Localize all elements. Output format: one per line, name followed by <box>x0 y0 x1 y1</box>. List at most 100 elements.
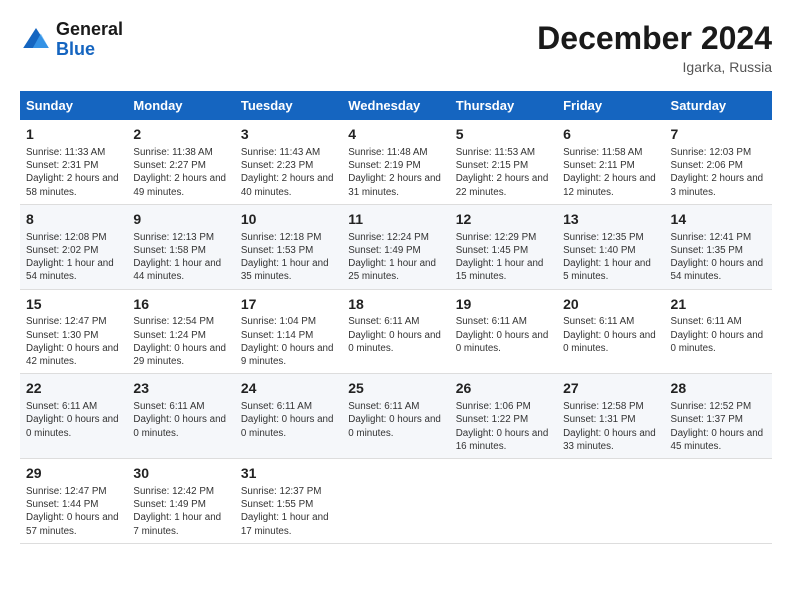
day-info: Sunrise: 11:48 AMSunset: 2:19 PMDaylight… <box>348 146 443 199</box>
calendar-cell <box>665 459 772 544</box>
column-header-monday: Monday <box>127 91 234 120</box>
day-number: 13 <box>563 210 658 229</box>
calendar-cell: 1 Sunrise: 11:33 AMSunset: 2:31 PMDayligh… <box>20 120 127 204</box>
calendar-cell: 31 Sunrise: 12:37 PMSunset: 1:55 PMDaylig… <box>235 459 342 544</box>
calendar-cell: 18Sunset: 6:11 AMDaylight: 0 hours and 0… <box>342 289 449 374</box>
location: Igarka, Russia <box>537 59 772 75</box>
day-info: Sunrise: 12:08 PMSunset: 2:02 PMDaylight… <box>26 231 121 284</box>
day-number: 24 <box>241 379 336 398</box>
day-number: 4 <box>348 125 443 144</box>
day-number: 25 <box>348 379 443 398</box>
column-header-wednesday: Wednesday <box>342 91 449 120</box>
day-info: Sunrise: 1:04 PMSunset: 1:14 PMDaylight:… <box>241 315 336 368</box>
day-number: 5 <box>456 125 551 144</box>
calendar-cell: 30Sunrise: 12:42 PMSunset: 1:49 PMDaylig… <box>127 459 234 544</box>
column-header-thursday: Thursday <box>450 91 557 120</box>
day-number: 26 <box>456 379 551 398</box>
day-info: Sunset: 6:11 AMDaylight: 0 hours and 0 m… <box>133 400 228 440</box>
day-info: Sunset: 6:11 AMDaylight: 0 hours and 0 m… <box>348 315 443 355</box>
calendar-cell <box>557 459 664 544</box>
day-info: Sunrise: 12:58 PMSunset: 1:31 PMDaylight… <box>563 400 658 453</box>
day-number: 17 <box>241 295 336 314</box>
calendar-cell: 14 Sunrise: 12:41 PMSunset: 1:35 PMDaylig… <box>665 204 772 289</box>
day-info: Sunrise: 11:33 AMSunset: 2:31 PMDaylight… <box>26 146 121 199</box>
day-info: Sunrise: 12:42 PMSunset: 1:49 PMDaylight… <box>133 485 228 538</box>
week-row-4: 22 Sunset: 6:11 AMDaylight: 0 hours and 0… <box>20 374 772 459</box>
day-number: 27 <box>563 379 658 398</box>
day-info: Sunset: 6:11 AMDaylight: 0 hours and 0 m… <box>26 400 121 440</box>
calendar-table: SundayMondayTuesdayWednesdayThursdayFrid… <box>20 91 772 544</box>
day-number: 28 <box>671 379 766 398</box>
calendar-cell: 21Sunset: 6:11 AMDaylight: 0 hours and 0… <box>665 289 772 374</box>
calendar-cell: 22 Sunset: 6:11 AMDaylight: 0 hours and 0… <box>20 374 127 459</box>
calendar-cell: 27 Sunrise: 12:58 PMSunset: 1:31 PMDaylig… <box>557 374 664 459</box>
day-info: Sunrise: 12:24 PMSunset: 1:49 PMDaylight… <box>348 231 443 284</box>
logo-line1: General <box>56 20 123 40</box>
day-info: Sunrise: 1:06 PMSunset: 1:22 PMDaylight:… <box>456 400 551 453</box>
calendar-cell: 12 Sunrise: 12:29 PMSunset: 1:45 PMDaylig… <box>450 204 557 289</box>
day-number: 14 <box>671 210 766 229</box>
day-number: 9 <box>133 210 228 229</box>
day-number: 10 <box>241 210 336 229</box>
calendar-cell <box>450 459 557 544</box>
day-info: Sunset: 6:11 AMDaylight: 0 hours and 0 m… <box>563 315 658 355</box>
week-row-2: 8 Sunrise: 12:08 PMSunset: 2:02 PMDayligh… <box>20 204 772 289</box>
day-number: 23 <box>133 379 228 398</box>
day-number: 21 <box>671 295 766 314</box>
calendar-cell: 17Sunrise: 1:04 PMSunset: 1:14 PMDayligh… <box>235 289 342 374</box>
calendar-cell: 29 Sunrise: 12:47 PMSunset: 1:44 PMDaylig… <box>20 459 127 544</box>
day-number: 8 <box>26 210 121 229</box>
calendar-cell: 10 Sunrise: 12:18 PMSunset: 1:53 PMDaylig… <box>235 204 342 289</box>
logo-icon <box>20 24 52 56</box>
page-header: General Blue December 2024 Igarka, Russi… <box>20 20 772 75</box>
title-block: December 2024 Igarka, Russia <box>537 20 772 75</box>
week-row-5: 29 Sunrise: 12:47 PMSunset: 1:44 PMDaylig… <box>20 459 772 544</box>
day-info: Sunrise: 12:13 PMSunset: 1:58 PMDaylight… <box>133 231 228 284</box>
day-info: Sunrise: 12:52 PMSunset: 1:37 PMDaylight… <box>671 400 766 453</box>
logo-text: General Blue <box>56 20 123 60</box>
column-header-friday: Friday <box>557 91 664 120</box>
calendar-cell: 25Sunset: 6:11 AMDaylight: 0 hours and 0… <box>342 374 449 459</box>
calendar-cell: 8 Sunrise: 12:08 PMSunset: 2:02 PMDayligh… <box>20 204 127 289</box>
day-info: Sunrise: 12:35 PMSunset: 1:40 PMDaylight… <box>563 231 658 284</box>
day-number: 3 <box>241 125 336 144</box>
column-header-sunday: Sunday <box>20 91 127 120</box>
week-row-1: 1 Sunrise: 11:33 AMSunset: 2:31 PMDayligh… <box>20 120 772 204</box>
calendar-cell: 15Sunrise: 12:47 PMSunset: 1:30 PMDaylig… <box>20 289 127 374</box>
day-number: 1 <box>26 125 121 144</box>
day-info: Sunrise: 12:37 PMSunset: 1:55 PMDaylight… <box>241 485 336 538</box>
calendar-cell: 6 Sunrise: 11:58 AMSunset: 2:11 PMDayligh… <box>557 120 664 204</box>
calendar-cell: 7Sunrise: 12:03 PMSunset: 2:06 PMDayligh… <box>665 120 772 204</box>
calendar-cell <box>342 459 449 544</box>
day-number: 20 <box>563 295 658 314</box>
day-number: 12 <box>456 210 551 229</box>
day-number: 19 <box>456 295 551 314</box>
day-number: 2 <box>133 125 228 144</box>
month-title: December 2024 <box>537 20 772 57</box>
day-number: 11 <box>348 210 443 229</box>
day-number: 31 <box>241 464 336 483</box>
day-number: 22 <box>26 379 121 398</box>
day-number: 29 <box>26 464 121 483</box>
calendar-cell: 19Sunset: 6:11 AMDaylight: 0 hours and 0… <box>450 289 557 374</box>
day-info: Sunrise: 12:41 PMSunset: 1:35 PMDaylight… <box>671 231 766 284</box>
day-number: 16 <box>133 295 228 314</box>
logo: General Blue <box>20 20 123 60</box>
day-info: Sunrise: 12:29 PMSunset: 1:45 PMDaylight… <box>456 231 551 284</box>
day-info: Sunrise: 12:47 PMSunset: 1:30 PMDaylight… <box>26 315 121 368</box>
calendar-cell: 4 Sunrise: 11:48 AMSunset: 2:19 PMDayligh… <box>342 120 449 204</box>
day-info: Sunrise: 12:18 PMSunset: 1:53 PMDaylight… <box>241 231 336 284</box>
calendar-cell: 2Sunrise: 11:38 AMSunset: 2:27 PMDayligh… <box>127 120 234 204</box>
day-info: Sunrise: 11:43 AMSunset: 2:23 PMDaylight… <box>241 146 336 199</box>
week-row-3: 15Sunrise: 12:47 PMSunset: 1:30 PMDaylig… <box>20 289 772 374</box>
day-info: Sunrise: 12:47 PMSunset: 1:44 PMDaylight… <box>26 485 121 538</box>
calendar-cell: 28 Sunrise: 12:52 PMSunset: 1:37 PMDaylig… <box>665 374 772 459</box>
day-number: 7 <box>671 125 766 144</box>
day-info: Sunrise: 12:54 PMSunset: 1:24 PMDaylight… <box>133 315 228 368</box>
calendar-cell: 11 Sunrise: 12:24 PMSunset: 1:49 PMDaylig… <box>342 204 449 289</box>
day-info: Sunrise: 11:58 AMSunset: 2:11 PMDaylight… <box>563 146 658 199</box>
calendar-cell: 16Sunrise: 12:54 PMSunset: 1:24 PMDaylig… <box>127 289 234 374</box>
column-header-saturday: Saturday <box>665 91 772 120</box>
day-number: 6 <box>563 125 658 144</box>
day-info: Sunset: 6:11 AMDaylight: 0 hours and 0 m… <box>241 400 336 440</box>
